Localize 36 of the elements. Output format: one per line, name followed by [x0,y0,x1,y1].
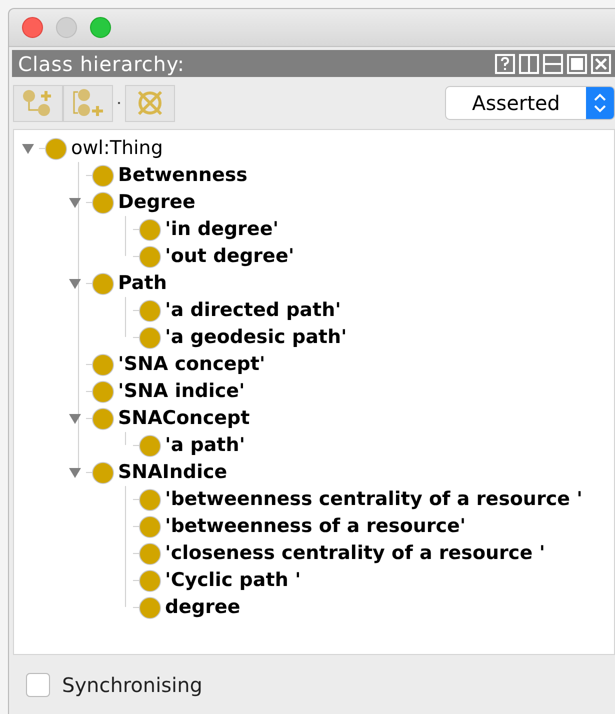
class-label[interactable]: 'betweenness centrality of a resource ' [165,485,582,514]
expanded-triangle-icon[interactable] [22,144,34,154]
expanded-triangle-icon[interactable] [69,414,81,424]
expanded-triangle-icon[interactable] [69,468,81,478]
sync-checkbox[interactable] [26,672,50,696]
stepper-chevrons-icon [593,92,607,114]
class-label[interactable]: owl:Thing [71,134,163,163]
panel-title: Class hierarchy: [18,50,185,78]
class-label[interactable]: 'a path' [165,431,246,460]
split-vertical-icon[interactable] [519,54,539,74]
class-label[interactable]: 'out degree' [165,242,294,271]
class-label[interactable]: Path [118,269,167,298]
class-label[interactable]: 'closeness centrality of a resource ' [165,539,546,568]
class-label[interactable]: 'in degree' [165,215,279,244]
class-label[interactable]: 'betweenness of a resource' [165,512,466,541]
maximize-window-icon[interactable] [90,17,111,38]
delete-class-icon [135,88,165,118]
class-label[interactable]: 'a directed path' [165,296,341,325]
close-window-icon[interactable] [22,17,43,38]
class-label[interactable]: degree [165,593,240,622]
expanded-triangle-icon[interactable] [69,278,81,288]
sync-label: Synchronising [62,672,202,698]
class-label[interactable]: SNAConcept [118,404,250,433]
maximize-icon[interactable] [567,54,587,74]
close-icon[interactable] [591,54,611,74]
class-label[interactable]: Degree [118,188,196,217]
class-label[interactable]: 'SNA concept' [118,350,266,379]
view-dropdown[interactable]: Asserted [445,86,615,120]
help-icon[interactable] [495,54,515,74]
class-label[interactable]: 'a geodesic path' [165,323,347,352]
class-label[interactable]: Betwenness [118,161,248,190]
expanded-triangle-icon[interactable] [69,198,81,208]
split-horizontal-icon[interactable] [543,54,563,74]
class-label[interactable]: 'SNA indice' [118,377,245,406]
class-label[interactable]: 'Cyclic path ' [165,566,301,595]
class-label[interactable]: SNAIndice [118,458,228,487]
